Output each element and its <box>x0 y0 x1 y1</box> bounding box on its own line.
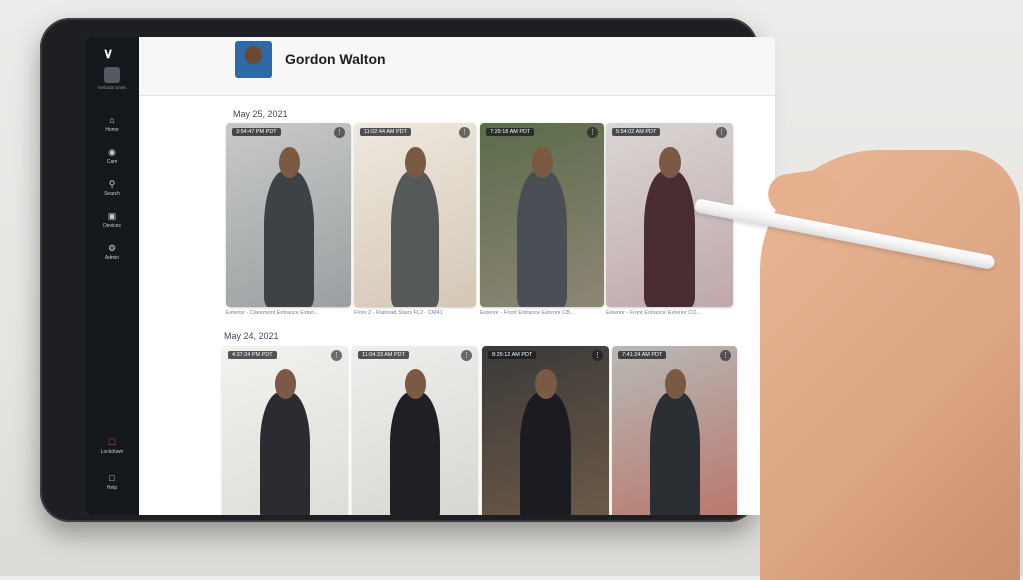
person-head <box>274 368 297 399</box>
sidebar-item-admin[interactable]: ⚙ Admin <box>85 243 139 261</box>
person-figure <box>517 170 567 307</box>
search-icon: ⚲ <box>108 179 116 189</box>
person-head <box>278 146 300 179</box>
sighting-card[interactable]: 11:02:44 AM PDT ⋮ <box>354 123 476 307</box>
more-options-icon[interactable]: ⋮ <box>461 350 472 361</box>
sidebar-nav: ∨ Verkada Sales ⌂ Home ◉ Cam ⚲ Search ▣ … <box>85 37 139 515</box>
timestamp-badge: 4:37:24 PM PDT <box>228 351 277 359</box>
person-figure <box>390 170 440 307</box>
sidebar-item-cam[interactable]: ◉ Cam <box>85 147 139 165</box>
more-options-icon[interactable]: ⋮ <box>592 350 603 361</box>
person-head <box>405 146 426 179</box>
camera-label[interactable]: Exterior - Front Entrance Exterior CB... <box>480 310 604 316</box>
camera-label[interactable]: Floor 2 - Railroad Stairs FL2 - CM41 <box>354 310 476 316</box>
more-options-icon[interactable]: ⋮ <box>459 127 470 138</box>
app-screen: ∨ Verkada Sales ⌂ Home ◉ Cam ⚲ Search ▣ … <box>85 37 775 515</box>
org-switcher[interactable]: Verkada Sales <box>97 67 127 90</box>
sidebar-item-home[interactable]: ⌂ Home <box>85 115 139 133</box>
sighting-card[interactable]: 7:41:24 AM PDT ⋮ <box>612 346 737 515</box>
sighting-card[interactable]: 8:25:12 AM PDT ⋮ <box>482 346 609 515</box>
hand-photo <box>760 150 1020 580</box>
timestamp-badge: 5:54:02 AM PDT <box>612 128 661 136</box>
date-heading: May 25, 2021 <box>233 109 288 119</box>
sidebar-item-label: Cam <box>106 159 118 165</box>
sidebar-item-label: Search <box>104 191 120 197</box>
camera-label[interactable]: Exterior - Front Entrance Exterior CO... <box>606 310 733 316</box>
sidebar-item-devices[interactable]: ▣ Devices <box>85 211 139 229</box>
more-options-icon[interactable]: ⋮ <box>334 127 345 138</box>
person-head <box>664 368 686 399</box>
camera-label[interactable]: Exterior - Claremont Entrance Exteri... <box>226 310 351 316</box>
timestamp-badge: 7:29:18 AM PDT <box>486 128 535 136</box>
person-head <box>535 368 557 399</box>
devices-icon: ▣ <box>107 211 117 221</box>
sidebar-item-search[interactable]: ⚲ Search <box>85 179 139 197</box>
more-options-icon[interactable]: ⋮ <box>716 127 727 138</box>
sidebar-item-lockdown[interactable]: ☐ Lockdown <box>85 437 139 455</box>
timestamp-badge: 11:04:33 AM PDT <box>358 351 410 359</box>
sidebar-item-label: Home <box>105 127 119 133</box>
page-title: Gordon Walton <box>285 51 386 67</box>
more-options-icon[interactable]: ⋮ <box>331 350 342 361</box>
sidebar-item-label: Admin <box>104 255 120 261</box>
person-figure <box>259 391 311 515</box>
timestamp-badge: 7:41:24 AM PDT <box>618 351 667 359</box>
admin-icon: ⚙ <box>107 243 117 253</box>
home-icon: ⌂ <box>109 115 115 125</box>
person-header: Gordon Walton <box>139 37 775 96</box>
sidebar-item-help[interactable]: □ Help <box>85 473 139 491</box>
person-head <box>659 146 681 179</box>
person-figure <box>649 391 700 515</box>
person-figure <box>263 170 314 307</box>
more-options-icon[interactable]: ⋮ <box>720 350 731 361</box>
org-avatar <box>104 67 120 83</box>
person-head <box>404 368 427 399</box>
org-label: Verkada Sales <box>97 85 127 90</box>
sighting-card[interactable]: 4:37:24 PM PDT ⋮ <box>222 346 348 515</box>
timestamp-badge: 11:02:44 AM PDT <box>360 128 412 136</box>
avatar[interactable] <box>235 41 272 78</box>
sidebar-item-label: Help <box>106 485 118 491</box>
tablet-device: ∨ Verkada Sales ⌂ Home ◉ Cam ⚲ Search ▣ … <box>40 18 775 522</box>
timestamp-badge: 3:54:47 PM PDT <box>232 128 281 136</box>
camera-icon: ◉ <box>108 147 116 157</box>
help-icon: □ <box>109 473 115 483</box>
person-figure <box>389 391 441 515</box>
sighting-card[interactable]: 11:04:33 AM PDT ⋮ <box>352 346 478 515</box>
sidebar-item-label: Lockdown <box>100 449 124 455</box>
person-figure <box>520 391 571 515</box>
more-options-icon[interactable]: ⋮ <box>587 127 598 138</box>
sighting-card[interactable]: 3:54:47 PM PDT ⋮ <box>226 123 351 307</box>
logo-icon[interactable]: ∨ <box>103 45 113 62</box>
sidebar-item-label: Devices <box>103 223 121 229</box>
timestamp-badge: 8:25:12 AM PDT <box>488 351 537 359</box>
lock-icon: ☐ <box>107 437 117 447</box>
sighting-card[interactable]: 7:29:18 AM PDT ⋮ <box>480 123 604 307</box>
person-figure <box>644 170 695 307</box>
date-heading: May 24, 2021 <box>224 331 279 341</box>
